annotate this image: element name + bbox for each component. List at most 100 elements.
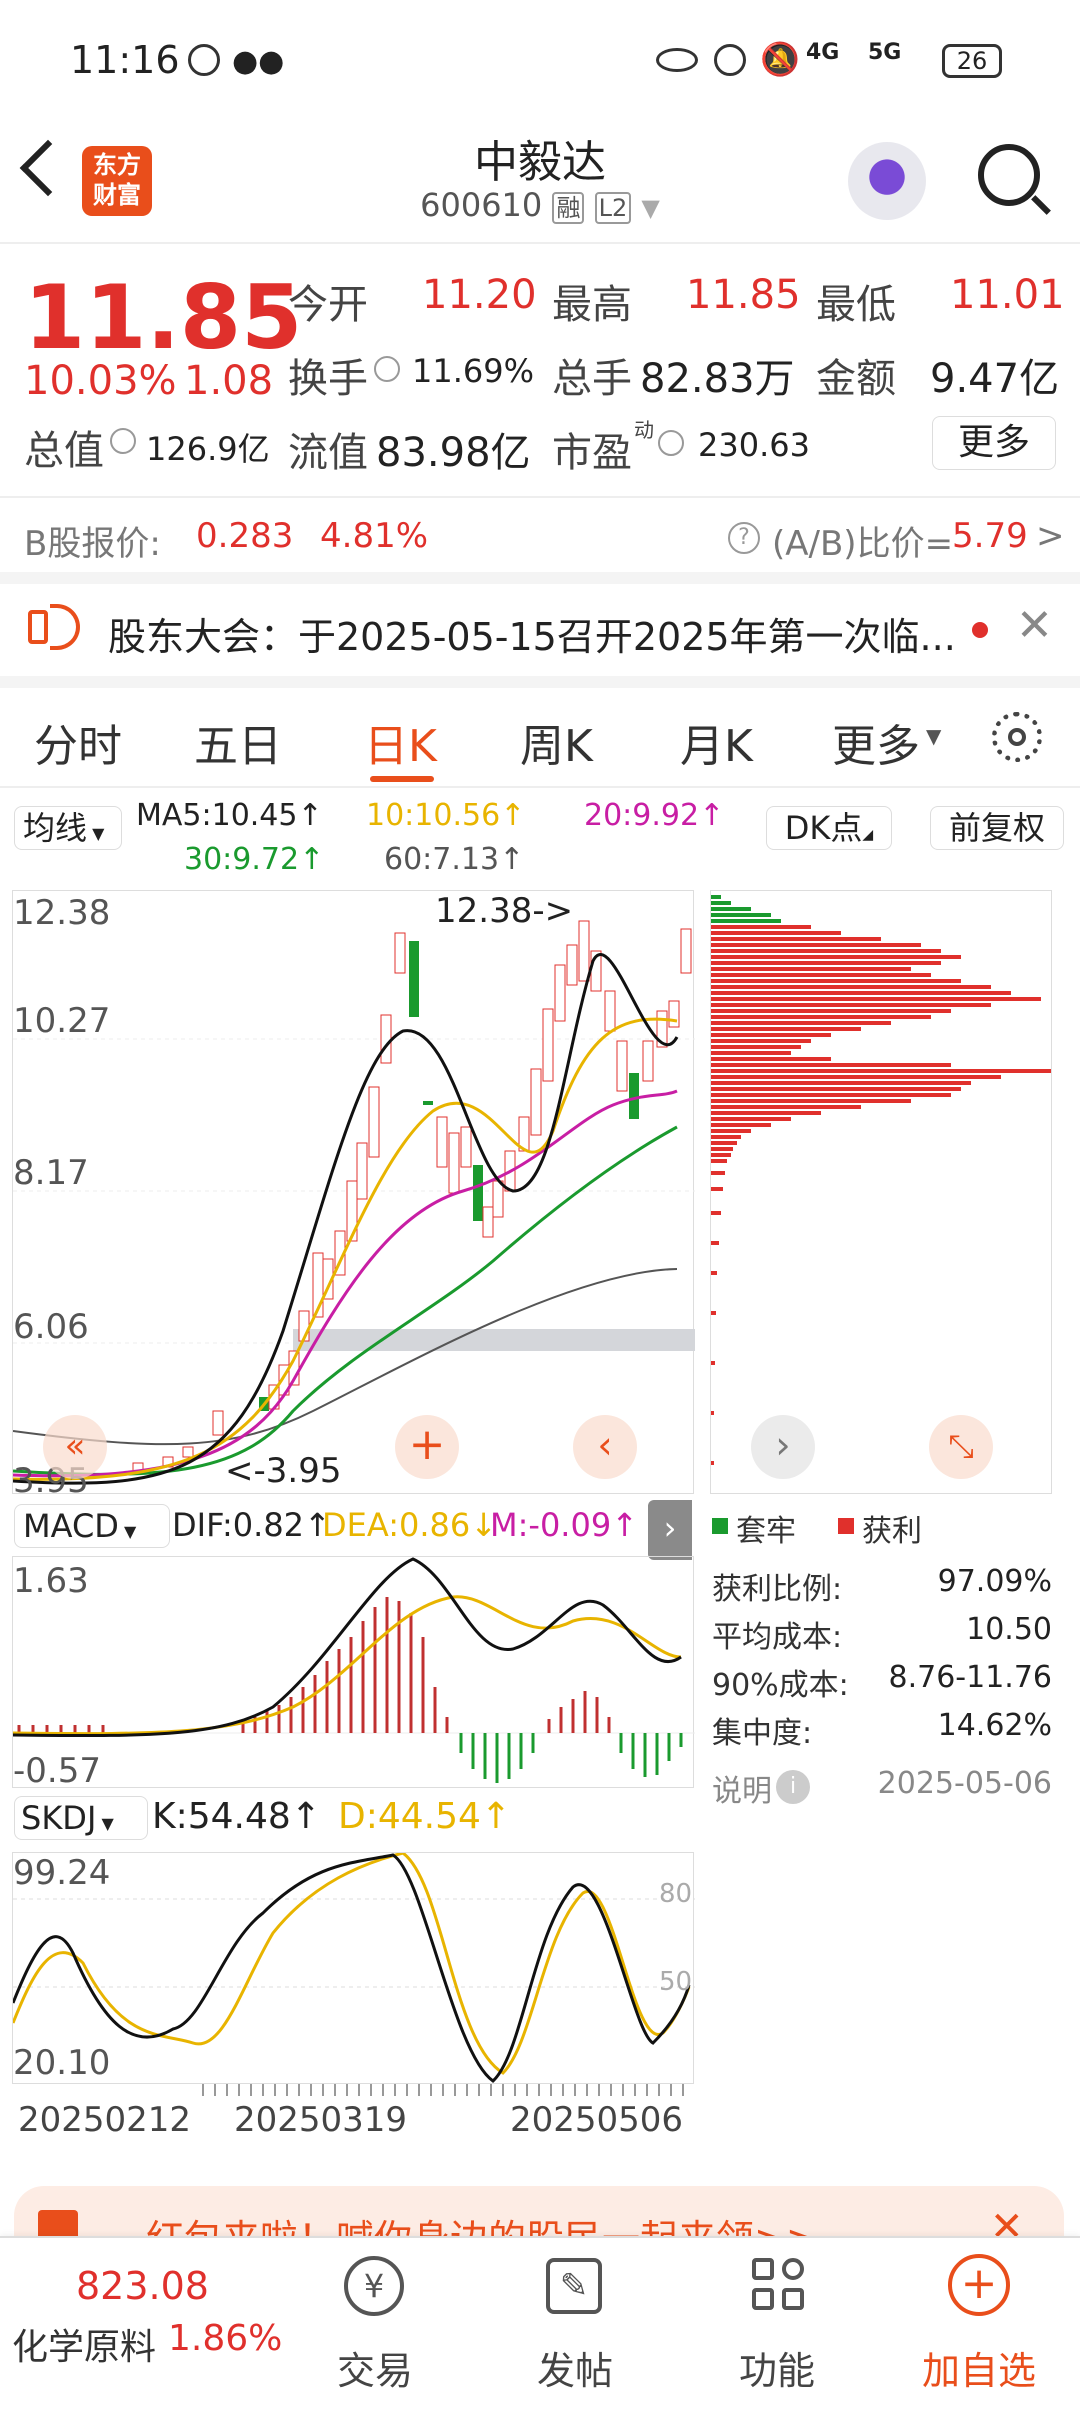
- skdj-y-bottom: 20.10: [13, 2043, 111, 2083]
- close-icon[interactable]: ✕: [1016, 600, 1053, 651]
- ma10-value: 10:10.56↑: [366, 798, 526, 833]
- prev-icon[interactable]: ‹: [573, 1415, 637, 1479]
- alarm-icon: [714, 44, 746, 76]
- trade-button[interactable]: ¥ 交易: [300, 2238, 450, 2412]
- high-label: 最高: [552, 282, 632, 328]
- kline-chart[interactable]: 12.38 10.27 8.17 6.06 3.95 12.38-> <-3.9…: [12, 890, 695, 1501]
- date-label-2: 20250319: [234, 2100, 408, 2140]
- y-axis-4: 6.06: [13, 1307, 89, 1347]
- info-icon[interactable]: i: [776, 1770, 810, 1804]
- max-price-label: 12.38->: [435, 891, 574, 931]
- zoom-in-icon[interactable]: +: [395, 1415, 459, 1479]
- function-button[interactable]: 功能: [702, 2238, 852, 2412]
- index-pct: 1.86%: [168, 2318, 283, 2359]
- chevron-right-icon: >: [1036, 516, 1065, 556]
- turnover-label: 换手: [288, 356, 368, 402]
- macd-dif: DIF:0.82↑: [172, 1506, 331, 1544]
- change-pct: 10.03%: [24, 358, 177, 404]
- open-label: 今开: [288, 282, 368, 328]
- high-value: 11.85: [686, 272, 801, 318]
- skdj-svg: [13, 1853, 695, 2083]
- info-icon[interactable]: [658, 430, 684, 456]
- tab-intraday[interactable]: 分时: [34, 710, 122, 774]
- pe-value: 230.63: [698, 426, 810, 464]
- edit-pencil-icon: ✎: [546, 2258, 602, 2314]
- tab-monthly-k[interactable]: 月K: [680, 710, 753, 774]
- skdj-header: SKDJ ▼ K:54.48↑ D:44.54↑: [0, 1792, 700, 1846]
- macd-chart[interactable]: 1.63 -0.57: [12, 1556, 695, 1791]
- rong-badge: 融: [552, 192, 585, 224]
- macd-green-bars: [459, 1733, 683, 1783]
- bottom-toolbar: 823.08 化学原料 1.86% ¥ 交易 ✎ 发帖 功能 + 加自选: [0, 2236, 1080, 2412]
- tab-weekly-k[interactable]: 周K: [520, 710, 593, 774]
- date-ticks: [202, 2084, 684, 2096]
- skdj-chart[interactable]: 99.24 20.10 80 50: [12, 1852, 695, 2084]
- skdj-y-top: 99.24: [13, 1853, 111, 1893]
- tab-5day[interactable]: 五日: [194, 710, 282, 774]
- dif-line: [13, 1557, 682, 1738]
- chip-note-label[interactable]: 说明: [712, 1766, 772, 1810]
- dropdown-icon: ▼: [96, 1814, 114, 1833]
- ma20-value: 20:9.92↑: [584, 798, 725, 833]
- tab-more[interactable]: 更多: [832, 710, 920, 774]
- adjust-button[interactable]: 前复权: [930, 806, 1064, 850]
- separator: [0, 572, 1080, 584]
- y-axis-top: 12.38: [13, 893, 111, 933]
- skdj-select-label: SKDJ: [21, 1799, 97, 1837]
- dropdown-icon: ▼: [118, 1522, 137, 1541]
- info-icon[interactable]: [110, 428, 136, 454]
- indicator-next-icon[interactable]: ›: [648, 1500, 692, 1560]
- l2-badge: L2: [594, 192, 632, 224]
- y-axis-3: 8.17: [13, 1153, 89, 1193]
- grid-icon-cell: [752, 2288, 774, 2310]
- ma-select[interactable]: 均线 ▼: [14, 806, 122, 850]
- tab-daily-k[interactable]: 日K: [364, 710, 437, 774]
- macd-svg: [13, 1557, 695, 1783]
- chip-profit-bars: [711, 925, 1051, 1465]
- next-icon[interactable]: ›: [751, 1415, 815, 1479]
- speed-icon: [188, 44, 220, 76]
- skdj-select[interactable]: SKDJ ▼: [14, 1796, 148, 1840]
- volume-value: 82.83万: [640, 356, 795, 402]
- divider: [0, 496, 1080, 498]
- eye-icon: [656, 48, 698, 72]
- post-label: 发帖: [536, 2349, 613, 2393]
- search-icon[interactable]: [978, 144, 1040, 206]
- skdj-level-50: 50: [659, 1967, 693, 1997]
- chip-row-value: 10.50: [966, 1612, 1052, 1647]
- candles: [132, 920, 692, 1472]
- open-value: 11.20: [422, 272, 537, 318]
- chip-row-label: 90%成本:: [712, 1668, 849, 1703]
- dropdown-icon: ▼: [641, 194, 660, 222]
- dea-line: [13, 1595, 682, 1736]
- chip-row-value: 8.76-11.76: [888, 1660, 1052, 1695]
- grid-icon-cell: [782, 2258, 804, 2280]
- chip-svg: [711, 895, 1051, 1465]
- chip-trapped-bars: [711, 895, 781, 923]
- post-button[interactable]: ✎ 发帖: [500, 2238, 650, 2412]
- add-watchlist-button[interactable]: + 加自选: [904, 2238, 1054, 2412]
- legend-trapped: 套牢: [736, 1514, 796, 1549]
- expand-icon[interactable]: ⤡: [929, 1415, 993, 1479]
- macd-select[interactable]: MACD ▼: [14, 1504, 170, 1548]
- robot-avatar-icon[interactable]: [848, 142, 926, 220]
- chip-distribution-chart[interactable]: › ⤡: [710, 890, 1052, 1494]
- rewind-icon[interactable]: «: [43, 1415, 107, 1479]
- bshare-row[interactable]: B股报价: 0.283 4.81% ? (A/B)比价= 5.79 >: [0, 500, 1080, 570]
- kline-svg: [13, 920, 695, 1485]
- help-icon[interactable]: ?: [728, 522, 760, 554]
- mcap-label: 总值: [24, 428, 104, 474]
- ma10-line: [13, 1017, 678, 1481]
- notice-bar[interactable]: 股东大会：于2025-05-15召开2025年第一次临... ✕: [0, 584, 1080, 676]
- index-widget[interactable]: 823.08 化学原料 1.86%: [0, 2238, 290, 2412]
- bshare-price: 0.283: [196, 516, 294, 556]
- dk-point-button[interactable]: DK点◢: [766, 806, 892, 850]
- skdj-d: D:44.54↑: [338, 1796, 512, 1837]
- info-icon[interactable]: [374, 356, 400, 382]
- chip-stats: 套牢 获利 获利比例: 97.09% 平均成本: 10.50 90%成本: 8.…: [710, 1500, 1060, 1820]
- chip-date: 2025-05-06: [877, 1766, 1052, 1801]
- date-label-3: 20250506: [510, 2100, 684, 2140]
- legend-profit-swatch: [838, 1518, 854, 1534]
- trade-yen-icon: ¥: [344, 2256, 404, 2316]
- more-button[interactable]: 更多: [932, 416, 1056, 470]
